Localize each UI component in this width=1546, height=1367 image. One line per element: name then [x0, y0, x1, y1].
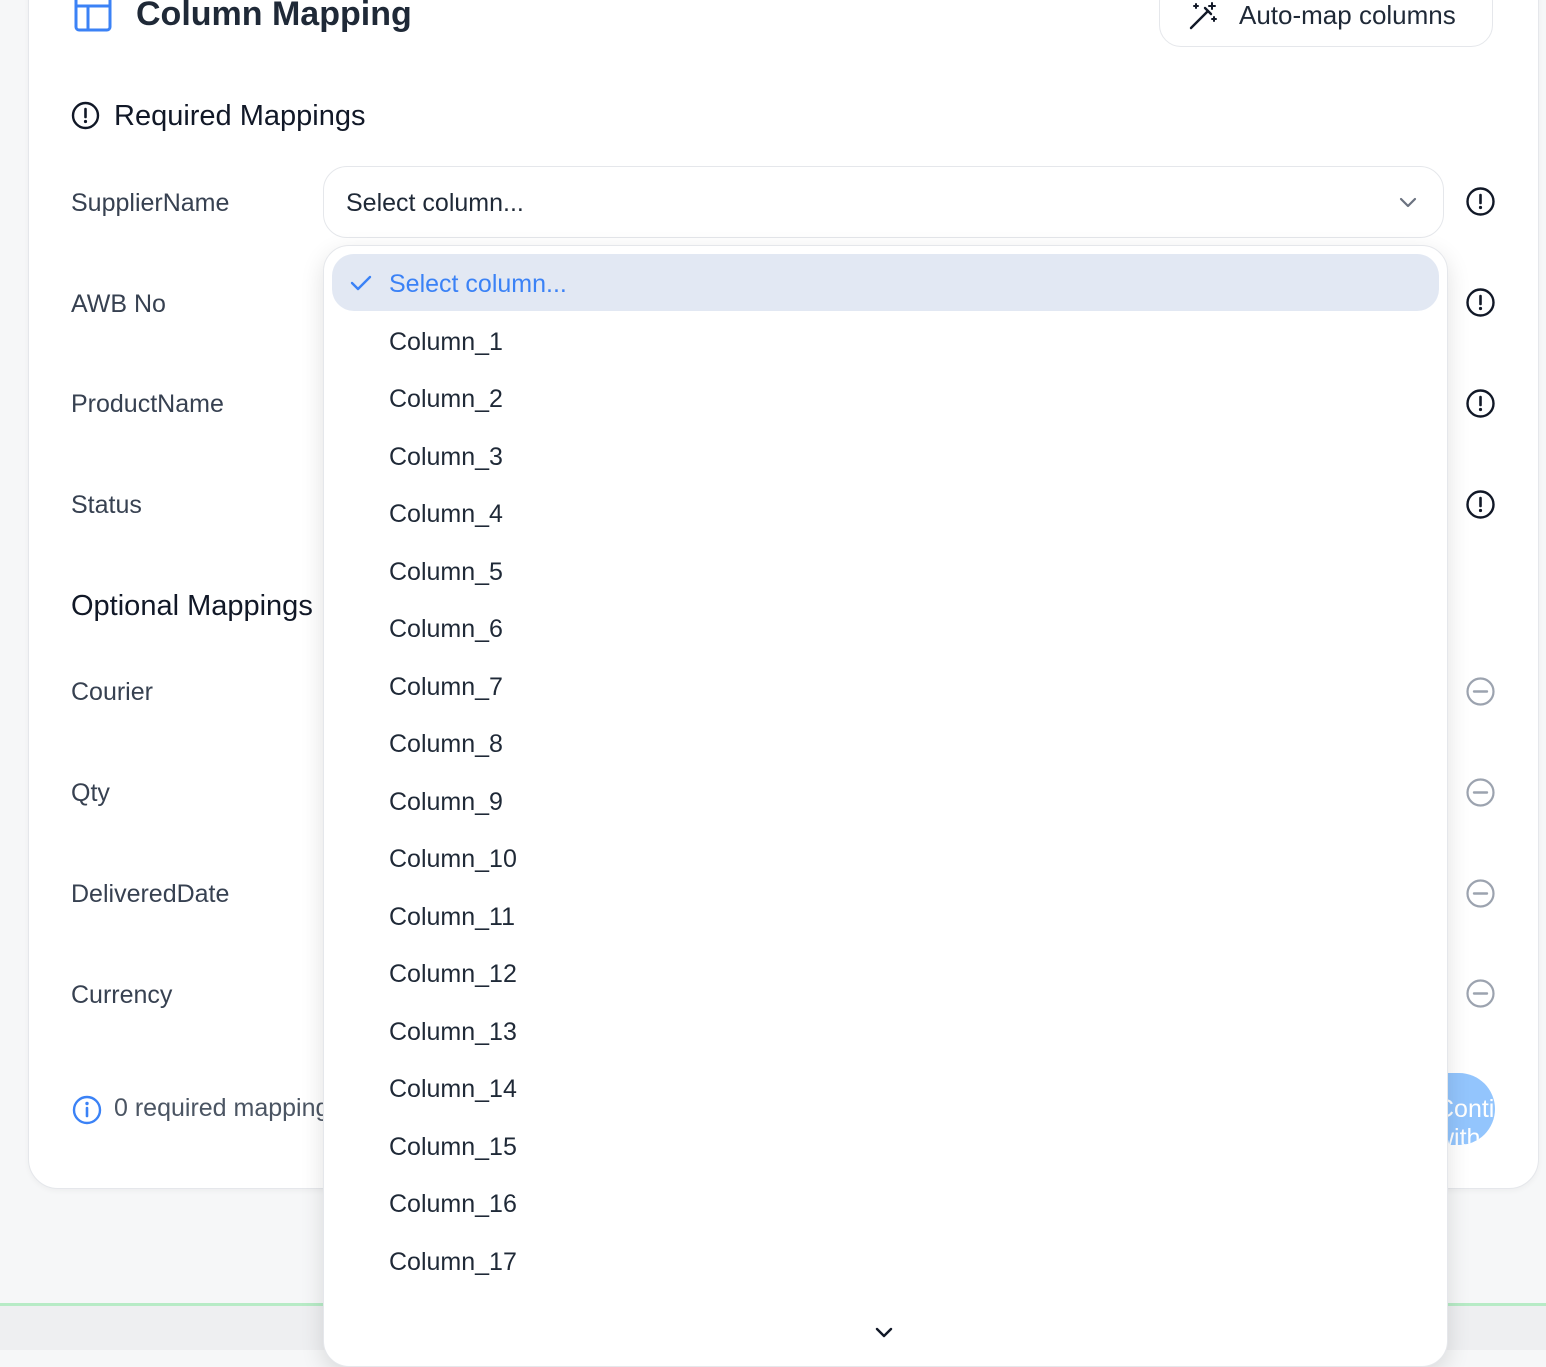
- field-label-delivereddate: DeliveredDate: [71, 880, 230, 908]
- dropdown-option[interactable]: Column_6: [332, 599, 1439, 656]
- dropdown-option-label: Column_14: [389, 1075, 517, 1103]
- dropdown-option-label: Column_6: [389, 615, 503, 643]
- suppliername-select[interactable]: Select column...: [323, 166, 1444, 238]
- dropdown-option[interactable]: Column_18: [332, 1289, 1439, 1309]
- dropdown-option-label: Column_15: [389, 1132, 517, 1161]
- minus-circle-icon[interactable]: [1465, 777, 1496, 808]
- dropdown-option[interactable]: Column_11: [332, 887, 1439, 944]
- dropdown-option[interactable]: Column_1: [332, 312, 1439, 369]
- chevron-down-icon: [1399, 197, 1417, 208]
- minus-circle-icon[interactable]: [1465, 878, 1496, 909]
- dropdown-option-label: Column_7: [389, 672, 503, 701]
- dropdown-option[interactable]: Column_5: [332, 542, 1439, 599]
- required-mappings-heading: Required Mappings: [114, 100, 366, 132]
- chevron-down-icon[interactable]: [870, 1318, 898, 1346]
- dropdown-option-label: Select column...: [389, 270, 567, 298]
- dropdown-option[interactable]: Select column...: [332, 254, 1439, 311]
- alert-circle-icon: [1466, 490, 1495, 519]
- select-value: Select column...: [346, 189, 524, 217]
- dropdown-option[interactable]: Column_16: [332, 1174, 1439, 1231]
- mapping-status-text: 0 required mappings: [114, 1094, 342, 1122]
- field-label-status: Status: [71, 491, 142, 519]
- alert-circle-icon: [71, 101, 100, 130]
- dropdown-option[interactable]: Column_17: [332, 1232, 1439, 1289]
- dropdown-option-label: Column_2: [389, 385, 503, 413]
- dropdown-option-label: Column_5: [389, 557, 503, 586]
- magic-wand-icon: [1189, 2, 1217, 30]
- dropdown-option[interactable]: Column_12: [332, 944, 1439, 1001]
- dropdown-option-list[interactable]: Select column... Column_1 Column_2 Column_3…: [324, 246, 1447, 1309]
- auto-map-label: Auto-map columns: [1239, 0, 1456, 30]
- check-icon: [350, 275, 372, 291]
- dropdown-option[interactable]: Column_15: [332, 1117, 1439, 1174]
- dropdown-option-label: Column_9: [389, 787, 503, 816]
- dropdown-option-label: Column_11: [389, 902, 516, 931]
- info-icon: [72, 1095, 102, 1125]
- field-label-productname: ProductName: [71, 390, 224, 418]
- dropdown-option-label: Column_3: [389, 442, 503, 471]
- field-label-suppliername: SupplierName: [71, 189, 230, 217]
- dropdown-option[interactable]: Column_8: [332, 714, 1439, 771]
- field-label-courier: Courier: [71, 678, 153, 706]
- alert-circle-icon: [1466, 389, 1495, 418]
- dropdown-option-label: Column_17: [389, 1247, 517, 1276]
- dropdown-option[interactable]: Column_10: [332, 829, 1439, 886]
- minus-circle-icon[interactable]: [1465, 978, 1496, 1009]
- dropdown-option-label: Column_1: [389, 327, 503, 356]
- field-label-qty: Qty: [71, 779, 110, 807]
- dropdown-option[interactable]: Column_7: [332, 657, 1439, 714]
- alert-circle-icon: [1466, 187, 1495, 216]
- alert-circle-icon: [1466, 288, 1495, 317]
- auto-map-button[interactable]: Auto-map columns: [1159, 0, 1493, 47]
- page-title: Column Mapping: [136, 0, 412, 33]
- optional-mappings-heading: Optional Mappings: [71, 590, 313, 622]
- dropdown-option[interactable]: Column_3: [332, 427, 1439, 484]
- dropdown-option-label: Column_4: [389, 500, 503, 528]
- dropdown-option-label: Column_8: [389, 730, 503, 758]
- dropdown-option-label: Column_10: [389, 845, 517, 873]
- dropdown-option-label: Column_13: [389, 1017, 517, 1046]
- field-label-awb-no: AWB No: [71, 290, 166, 318]
- dropdown-option[interactable]: Column_14: [332, 1059, 1439, 1116]
- table-icon: [74, 0, 112, 32]
- minus-circle-icon[interactable]: [1465, 676, 1496, 707]
- dropdown-option[interactable]: Column_4: [332, 484, 1439, 541]
- dropdown-option-label: Column_18: [389, 1305, 517, 1309]
- column-select-dropdown[interactable]: Select column... Column_1 Column_2 Column_3…: [323, 245, 1448, 1367]
- dropdown-option-label: Column_16: [389, 1190, 517, 1218]
- dropdown-option[interactable]: Column_9: [332, 772, 1439, 829]
- dropdown-option-label: Column_12: [389, 960, 517, 988]
- dropdown-option[interactable]: Column_2: [332, 369, 1439, 426]
- field-label-currency: Currency: [71, 981, 173, 1009]
- dropdown-option[interactable]: Column_13: [332, 1002, 1439, 1059]
